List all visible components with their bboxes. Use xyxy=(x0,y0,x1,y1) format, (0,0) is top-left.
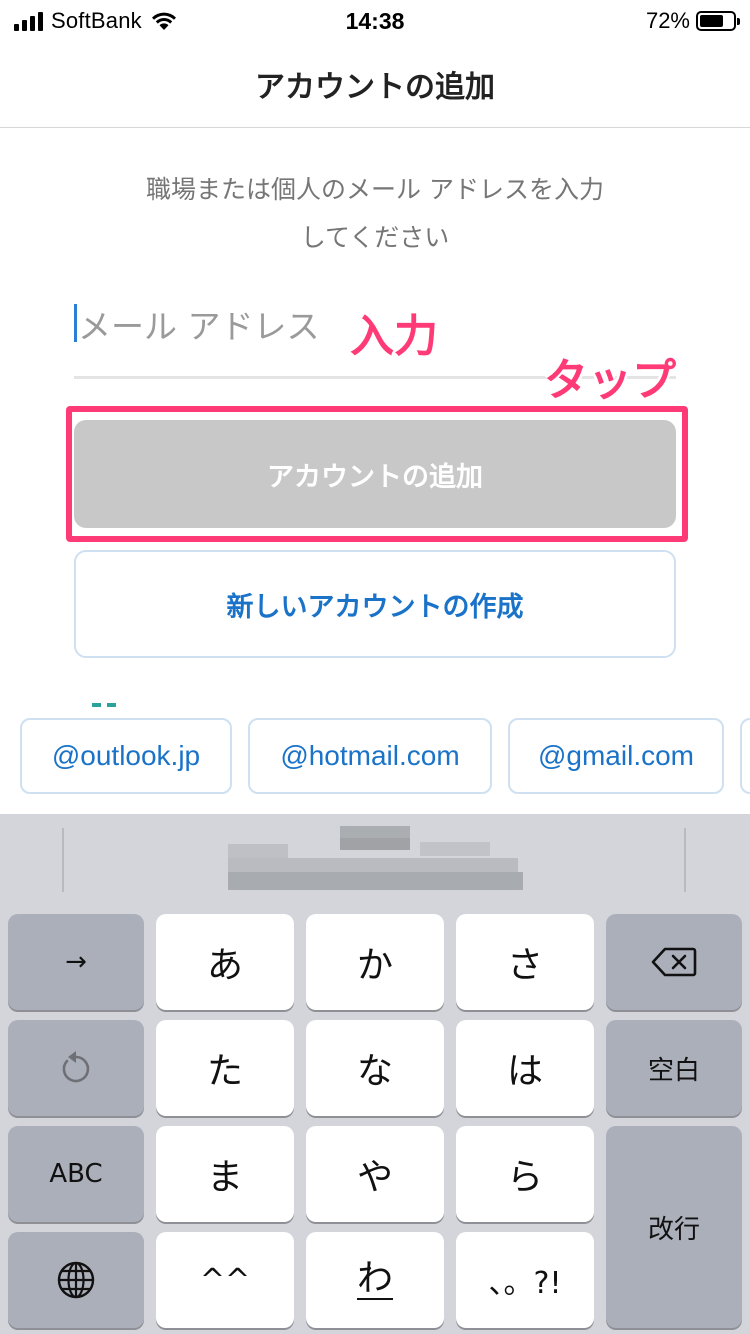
partially-hidden-link xyxy=(92,692,122,707)
suggestion-outlook[interactable]: @outlook.jp xyxy=(20,718,232,794)
key-space[interactable]: 空白 xyxy=(606,1020,742,1116)
candidate-bar xyxy=(0,814,750,906)
key-ha[interactable]: は xyxy=(456,1020,594,1116)
key-emoticon[interactable]: ^^ xyxy=(156,1232,294,1328)
text-cursor xyxy=(74,304,77,342)
battery-icon xyxy=(696,11,740,31)
key-ra[interactable]: ら xyxy=(456,1126,594,1222)
create-account-button[interactable]: 新しいアカウントの作成 xyxy=(74,550,676,658)
backspace-icon xyxy=(651,947,697,977)
instruction-line-2: してください xyxy=(300,223,450,252)
suggestion-more-partial[interactable] xyxy=(740,718,750,794)
candidate-divider-right xyxy=(684,828,686,892)
undo-icon xyxy=(62,1051,90,1083)
battery-fill xyxy=(700,15,724,27)
keyboard: → あ か さ た な は 空白 ABC ま や ら 改行 ^^ わ 、。?! xyxy=(0,814,750,1334)
key-ta[interactable]: た xyxy=(156,1020,294,1116)
key-na[interactable]: な xyxy=(306,1020,444,1116)
key-a[interactable]: あ xyxy=(156,914,294,1010)
key-sa[interactable]: さ xyxy=(456,914,594,1010)
battery-percent: 72% xyxy=(645,8,690,33)
key-ya[interactable]: や xyxy=(306,1126,444,1222)
annotation-highlight-box xyxy=(66,406,688,542)
suggestion-gmail[interactable]: @gmail.com xyxy=(508,718,724,794)
key-punctuation[interactable]: 、。?! xyxy=(456,1232,594,1328)
candidate-divider-left xyxy=(62,828,64,892)
key-return[interactable]: 改行 xyxy=(606,1126,742,1328)
nav-header: アカウントの追加 xyxy=(0,40,750,128)
annotation-input-label: 入力 xyxy=(350,311,438,362)
instruction-text: 職場または個人のメール アドレスを入力 してください xyxy=(80,166,670,262)
suggestion-hotmail[interactable]: @hotmail.com xyxy=(248,718,492,794)
globe-icon xyxy=(57,1261,95,1299)
page-title: アカウントの追加 xyxy=(255,69,495,105)
key-undo[interactable] xyxy=(8,1020,144,1116)
key-wa-label: わ xyxy=(356,1258,393,1300)
key-ma[interactable]: ま xyxy=(156,1126,294,1222)
instruction-line-1: 職場または個人のメール アドレスを入力 xyxy=(146,175,604,204)
key-abc[interactable]: ABC xyxy=(8,1126,144,1222)
battery-cap xyxy=(737,18,740,25)
status-bar: SoftBank 14:38 72% xyxy=(0,0,750,40)
key-backspace[interactable] xyxy=(606,914,742,1010)
key-wa[interactable]: わ xyxy=(306,1232,444,1328)
key-ka[interactable]: か xyxy=(306,914,444,1010)
status-time: 14:38 xyxy=(345,8,405,34)
domain-suggestions: @outlook.jp @hotmail.com @gmail.com xyxy=(0,712,750,814)
key-next-arrow[interactable]: → xyxy=(8,914,144,1010)
annotation-tap-label: タップ xyxy=(544,355,676,406)
key-globe[interactable] xyxy=(8,1232,144,1328)
status-right: 72% xyxy=(645,8,740,34)
